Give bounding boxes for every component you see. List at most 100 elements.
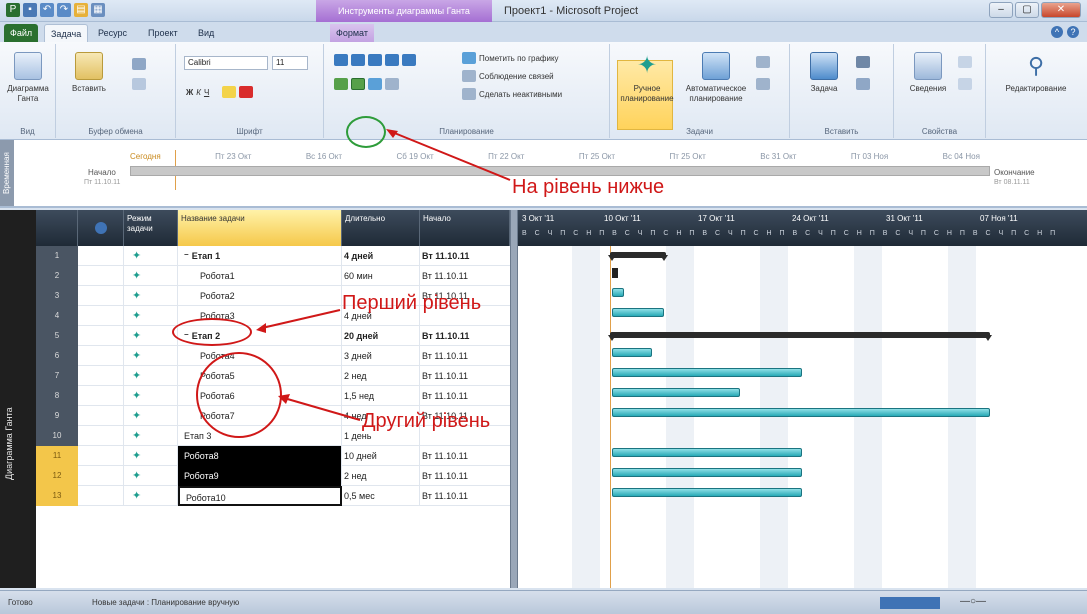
row-number[interactable]: 7 <box>36 366 78 386</box>
move-icon[interactable] <box>756 78 770 90</box>
underline-icon[interactable]: Ч <box>204 88 209 97</box>
unlink-tasks-icon[interactable] <box>385 78 399 90</box>
progress-100-icon[interactable] <box>402 54 416 66</box>
view-shortcuts[interactable] <box>880 597 940 609</box>
row-number[interactable]: 4 <box>36 306 78 326</box>
task-bar[interactable] <box>612 388 740 397</box>
font-name-select[interactable]: Calibri <box>184 56 268 70</box>
summary-icon[interactable] <box>856 56 870 68</box>
highlight-icon[interactable] <box>222 86 237 98</box>
table-row[interactable]: 11 ✦ Робота8 10 дней Вт 11.10.11 <box>36 446 510 466</box>
gantt-chart-button[interactable]: Диаграмма Ганта <box>4 52 52 104</box>
start-cell[interactable]: Вт 11.10.11 <box>420 466 510 486</box>
task-name-cell[interactable]: Робота9 <box>178 466 342 486</box>
paste-button[interactable]: Вставить <box>64 52 114 94</box>
tab-project[interactable]: Проект <box>142 24 184 42</box>
progress-75-icon[interactable] <box>385 54 399 66</box>
progress-50-icon[interactable] <box>368 54 382 66</box>
help-icon[interactable]: ? <box>1067 26 1079 38</box>
header-start[interactable]: Начало <box>420 210 510 246</box>
duration-cell[interactable]: 2 нед <box>342 366 420 386</box>
task-bar[interactable] <box>612 448 802 457</box>
header-mode[interactable]: Режим задачи <box>124 210 178 246</box>
task-bar[interactable] <box>612 288 624 297</box>
summary-bar[interactable] <box>608 332 992 341</box>
notes-icon[interactable] <box>958 56 972 68</box>
task-name-cell[interactable]: Робота2 <box>178 286 342 306</box>
mode-cell[interactable]: ✦ <box>124 406 178 426</box>
task-bar[interactable] <box>612 368 802 377</box>
view-splitter[interactable] <box>510 210 518 588</box>
ribbon-collapse-icon[interactable]: ^ <box>1051 26 1063 38</box>
editing-button[interactable]: ⚲ Редактирование <box>996 52 1076 94</box>
duration-cell[interactable]: 2 нед <box>342 466 420 486</box>
mode-cell[interactable]: ✦ <box>124 466 178 486</box>
print-icon[interactable]: ▦ <box>91 3 105 17</box>
start-cell[interactable]: Вт 11.10.11 <box>420 246 510 266</box>
task-name-cell[interactable]: Робота1 <box>178 266 342 286</box>
duration-cell[interactable]: 60 мин <box>342 266 420 286</box>
zoom-slider-icon[interactable]: —○— <box>960 596 986 607</box>
mark-on-track-button[interactable]: Пометить по графику <box>462 52 559 64</box>
mode-cell[interactable]: ✦ <box>124 366 178 386</box>
copy-icon[interactable] <box>132 78 146 90</box>
header-duration[interactable]: Длительно <box>342 210 420 246</box>
start-cell[interactable]: Вт 11.10.11 <box>420 486 510 506</box>
mode-cell[interactable]: ✦ <box>124 286 178 306</box>
header-select-all[interactable] <box>36 210 78 246</box>
maximize-button[interactable]: ▢ <box>1015 2 1039 18</box>
table-row[interactable]: 5 ✦ ⁻ Етап 2 20 дней Вт 11.10.11 <box>36 326 510 346</box>
mode-cell[interactable]: ✦ <box>124 346 178 366</box>
link-tasks-icon[interactable] <box>368 78 382 90</box>
task-name-cell[interactable]: Робота8 <box>178 446 342 466</box>
undo-icon[interactable]: ↶ <box>40 3 54 17</box>
row-number[interactable]: 6 <box>36 346 78 366</box>
duration-cell[interactable]: 4 дней <box>342 246 420 266</box>
duration-cell[interactable]: 0,5 мес <box>342 486 420 506</box>
tab-view[interactable]: Вид <box>192 24 220 42</box>
details-button[interactable]: Сведения <box>902 52 954 94</box>
redo-icon[interactable]: ↷ <box>57 3 71 17</box>
task-name-cell[interactable]: Робота10 <box>178 486 342 506</box>
inspect-icon[interactable] <box>756 56 770 68</box>
milestone-icon[interactable] <box>856 78 870 90</box>
header-info[interactable] <box>78 210 124 246</box>
progress-0-icon[interactable] <box>334 54 348 66</box>
duration-cell[interactable]: 1,5 нед <box>342 386 420 406</box>
row-number[interactable]: 11 <box>36 446 78 466</box>
duration-cell[interactable]: 3 дней <box>342 346 420 366</box>
row-number[interactable]: 10 <box>36 426 78 446</box>
tab-file[interactable]: Файл <box>4 24 39 42</box>
start-cell[interactable]: Вт 11.10.11 <box>420 366 510 386</box>
start-cell[interactable]: Вт 11.10.11 <box>420 386 510 406</box>
tab-format[interactable]: Формат <box>330 24 374 42</box>
duration-cell[interactable]: 20 дней <box>342 326 420 346</box>
minimize-button[interactable]: – <box>989 2 1013 18</box>
close-button[interactable]: ✕ <box>1041 2 1081 18</box>
italic-icon[interactable]: К <box>196 88 201 97</box>
row-number[interactable]: 5 <box>36 326 78 346</box>
cut-icon[interactable] <box>132 58 146 70</box>
respect-links-button[interactable]: Соблюдение связей <box>462 70 554 82</box>
timeline-bar[interactable] <box>130 166 990 176</box>
table-row[interactable]: 2 ✦ Робота1 60 мин Вт 11.10.11 <box>36 266 510 286</box>
mode-cell[interactable]: ✦ <box>124 246 178 266</box>
task-bar[interactable] <box>612 268 618 278</box>
tab-resource[interactable]: Ресурс <box>92 24 133 42</box>
bold-icon[interactable]: Ж <box>186 88 193 97</box>
row-number[interactable]: 13 <box>36 486 78 506</box>
mode-cell[interactable]: ✦ <box>124 266 178 286</box>
table-row[interactable]: 12 ✦ Робота9 2 нед Вт 11.10.11 <box>36 466 510 486</box>
table-row[interactable]: 1 ✦ ⁻ Етап 14 дней Вт 11.10.11 <box>36 246 510 266</box>
task-bar[interactable] <box>612 408 990 417</box>
save-icon[interactable]: ▪ <box>23 3 37 17</box>
mode-cell[interactable]: ✦ <box>124 386 178 406</box>
start-cell[interactable]: Вт 11.10.11 <box>420 266 510 286</box>
duration-cell[interactable]: 10 дней <box>342 446 420 466</box>
mode-cell[interactable]: ✦ <box>124 426 178 446</box>
inactivate-button[interactable]: Сделать неактивными <box>462 88 562 100</box>
row-number[interactable]: 9 <box>36 406 78 426</box>
task-name-cell[interactable]: ⁻ Етап 1 <box>178 246 342 266</box>
task-bar[interactable] <box>612 348 652 357</box>
insert-task-button[interactable]: Задача <box>798 52 850 94</box>
